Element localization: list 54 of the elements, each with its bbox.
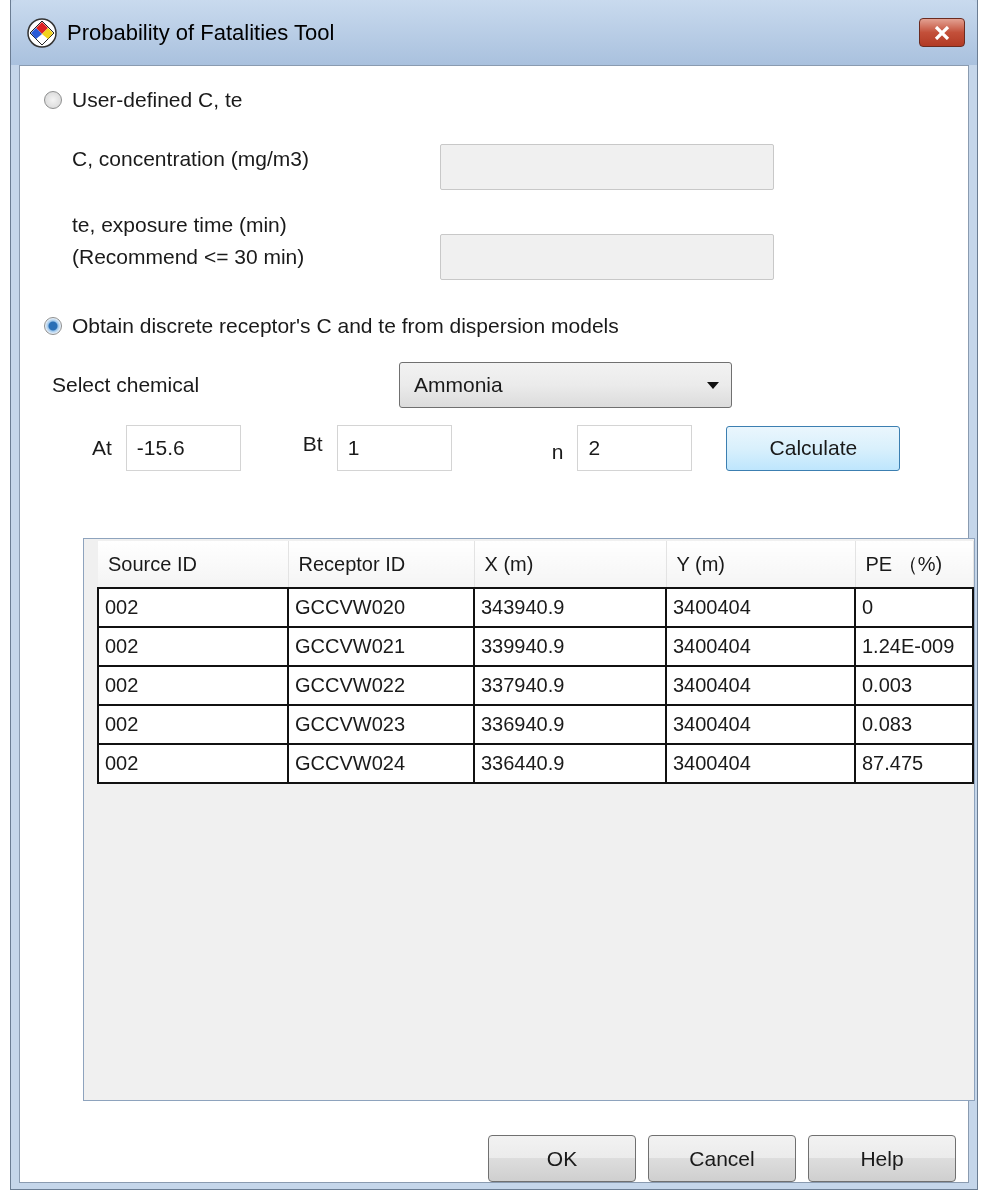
radio-button[interactable] [44,317,62,335]
coefficient-label: At [92,436,112,460]
table-cell: 343940.9 [474,588,666,627]
coefficient-field[interactable]: -15.6 [125,425,241,471]
table-cell: GCCVW024 [288,744,474,783]
column-header[interactable]: PE （%) [855,541,973,588]
close-button[interactable] [919,18,965,47]
table-cell: 002 [98,666,288,705]
table-cell: 002 [98,744,288,783]
dialog-button[interactable]: Cancel [648,1135,796,1182]
field-label: (Recommend <= 30 min) [72,245,306,269]
column-header[interactable]: Y (m) [666,541,855,588]
table-cell: 002 [98,705,288,744]
table-cell: 0.003 [855,666,973,705]
coefficient-label: Bt [302,432,323,456]
table-cell: GCCVW020 [288,588,474,627]
dialog-button[interactable]: OK [488,1135,636,1182]
table-cell: GCCVW022 [288,666,474,705]
table-cell: 3400404 [666,627,855,666]
table-cell: 336940.9 [474,705,666,744]
table-cell: 3400404 [666,705,855,744]
chemical-dropdown[interactable]: Ammonia [399,362,732,408]
radio-label: User-defined C, te [72,88,243,112]
calculate-button[interactable]: Calculate [726,425,901,471]
table-cell: 0.083 [855,705,973,744]
table-cell: 337940.9 [474,666,666,705]
column-header[interactable]: X (m) [474,541,666,588]
table-cell: GCCVW023 [288,705,474,744]
dialog-button[interactable]: Help [808,1135,956,1182]
table-cell: 87.475 [855,744,973,783]
field-label: C, concentration (mg/m3) [72,147,310,171]
table-cell: 002 [98,627,288,666]
coefficient-field[interactable]: 1 [336,425,452,471]
caret-icon [707,381,719,389]
table-cell: 002 [98,588,288,627]
table-cell: 339940.9 [474,627,666,666]
table-cell: 3400404 [666,588,855,627]
table-cell: 0 [855,588,973,627]
table-cell: GCCVW021 [288,627,474,666]
close-icon [934,25,950,40]
coefficient-field[interactable]: 2 [577,425,693,471]
radio-button[interactable] [44,91,62,109]
app-icon [27,17,57,48]
table-cell: 336440.9 [474,744,666,783]
column-header[interactable]: Receptor ID [288,541,474,588]
coefficient-label: n [551,440,564,464]
window-title: Probability of Fatalities Tool [67,19,336,46]
table-cell: 3400404 [666,744,855,783]
table-cell: 3400404 [666,666,855,705]
field-label: te, exposure time (min) [72,213,288,237]
table-cell: 1.24E-009 [855,627,973,666]
chemical-label: Select chemical [52,373,201,397]
column-header[interactable]: Source ID [98,541,288,588]
radio-label: Obtain discrete receptor's C and te from dispersion models [72,314,619,338]
